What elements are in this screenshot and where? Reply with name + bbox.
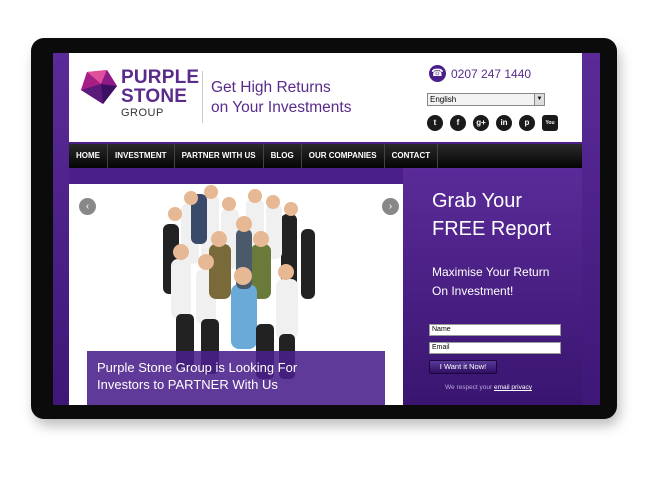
slider-next-button[interactable]: › bbox=[382, 198, 399, 215]
report-heading: Grab Your FREE Report bbox=[432, 187, 551, 243]
name-field[interactable]: Name bbox=[429, 324, 561, 336]
main-nav: HOME INVESTMENT PARTNER WITH US BLOG OUR… bbox=[69, 144, 582, 168]
free-report-panel: Grab Your FREE Report Maximise Your Retu… bbox=[403, 168, 582, 405]
facebook-icon[interactable]: f bbox=[450, 115, 466, 131]
hero-slider[interactable]: ‹ › Purple Stone Group is Looking For In… bbox=[69, 184, 403, 405]
phone-icon: ☎ bbox=[429, 65, 446, 82]
gem-logo-icon[interactable] bbox=[79, 68, 119, 108]
chevron-down-icon: ▼ bbox=[534, 94, 544, 105]
nav-our-companies[interactable]: OUR COMPANIES bbox=[302, 144, 385, 168]
nav-investment[interactable]: INVESTMENT bbox=[108, 144, 175, 168]
page-edge-left bbox=[53, 53, 69, 405]
phone-number: 0207 247 1440 bbox=[451, 66, 532, 81]
google-plus-icon[interactable]: g+ bbox=[473, 115, 489, 131]
language-select[interactable]: English ▼ bbox=[427, 93, 545, 106]
slider-prev-button[interactable]: ‹ bbox=[79, 198, 96, 215]
youtube-icon[interactable]: You Tube bbox=[542, 115, 558, 142]
website-screen: PURPLE STONE GROUP Get High Returns on Y… bbox=[53, 53, 600, 405]
page-edge-right bbox=[582, 53, 600, 405]
report-heading-line-1: Grab Your bbox=[432, 190, 523, 212]
nav-blog[interactable]: BLOG bbox=[264, 144, 302, 168]
report-subheading: Maximise Your Return On Investment! bbox=[432, 263, 549, 301]
linkedin-icon[interactable]: in bbox=[496, 115, 512, 131]
language-selected: English bbox=[430, 95, 457, 104]
hero-caption-line-1: Purple Stone Group is Looking For bbox=[97, 360, 298, 375]
submit-button[interactable]: I Want it Now! bbox=[429, 360, 497, 374]
twitter-icon[interactable]: t bbox=[427, 115, 443, 131]
logo-line-2: STONE bbox=[121, 86, 188, 107]
nav-partner-with-us[interactable]: PARTNER WITH US bbox=[175, 144, 264, 168]
logo-line-1: PURPLE bbox=[121, 67, 200, 88]
pinterest-icon[interactable]: p bbox=[519, 115, 535, 131]
nav-contact[interactable]: CONTACT bbox=[385, 144, 439, 168]
phone-contact[interactable]: ☎ 0207 247 1440 bbox=[429, 65, 531, 82]
header-divider bbox=[202, 71, 203, 123]
hero-caption: Purple Stone Group is Looking For Invest… bbox=[87, 351, 385, 405]
social-links: t f g+ in p You Tube bbox=[427, 115, 558, 142]
privacy-link[interactable]: email privacy bbox=[494, 384, 532, 391]
report-heading-line-2: FREE Report bbox=[432, 218, 551, 240]
email-field[interactable]: Email bbox=[429, 342, 561, 354]
site-header: PURPLE STONE GROUP Get High Returns on Y… bbox=[69, 53, 582, 142]
privacy-text: We respect your bbox=[445, 384, 493, 391]
tagline-line-1: Get High Returns bbox=[211, 79, 331, 96]
privacy-note: We respect your email privacy bbox=[445, 384, 532, 391]
hero-caption-line-2: Investors to PARTNER With Us bbox=[97, 377, 278, 392]
nav-home[interactable]: HOME bbox=[69, 144, 108, 168]
tagline: Get High Returns on Your Investments bbox=[211, 78, 351, 118]
logo-wordmark[interactable]: PURPLE STONE GROUP bbox=[121, 68, 199, 120]
report-subheading-line-1: Maximise Your Return bbox=[432, 265, 550, 279]
logo-line-3: GROUP bbox=[121, 107, 164, 119]
report-subheading-line-2: On Investment! bbox=[432, 284, 514, 298]
tagline-line-2: on Your Investments bbox=[211, 99, 352, 116]
